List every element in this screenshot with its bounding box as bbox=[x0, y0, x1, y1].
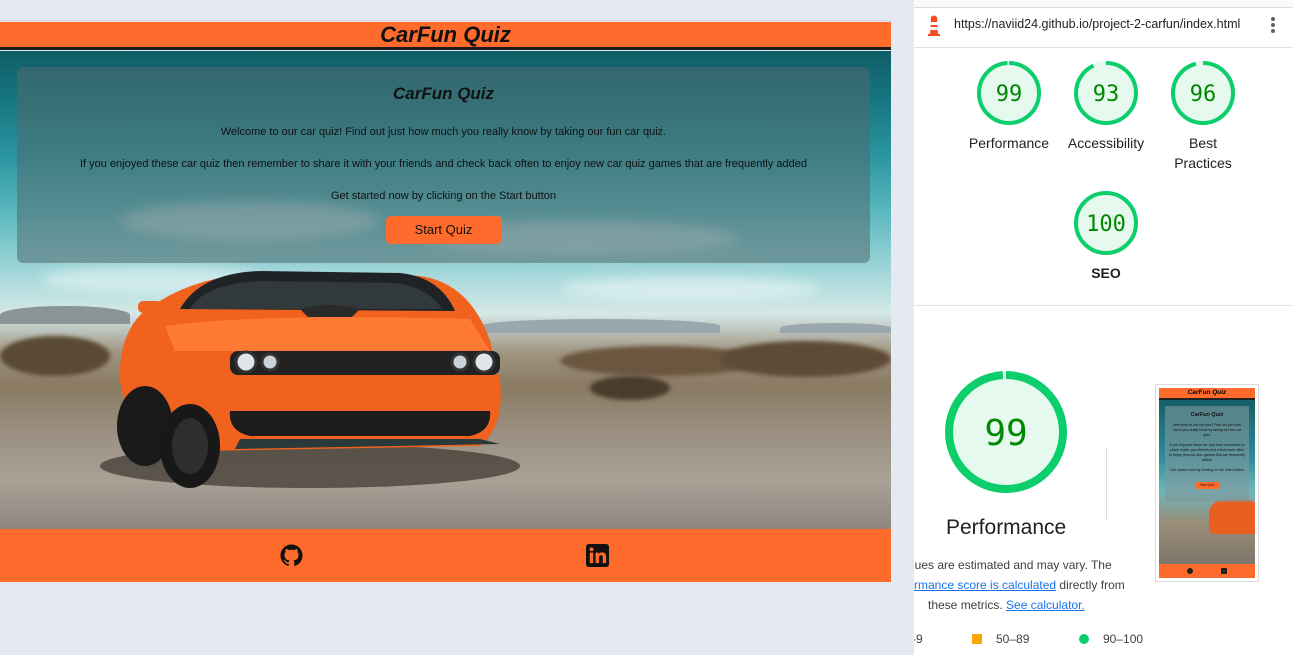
score-2-value: 96 bbox=[1190, 82, 1217, 107]
see-calculator-link[interactable]: See calculator. bbox=[1006, 598, 1085, 612]
lighthouse-icon bbox=[928, 15, 940, 36]
intro-share-text: If you enjoyed these car quiz then remem… bbox=[79, 158, 808, 170]
report-url-bar: https://naviid24.github.io/project-2-car… bbox=[914, 0, 1293, 48]
page-url[interactable]: https://naviid24.github.io/project-2-car… bbox=[954, 17, 1240, 31]
site-header: CarFun Quiz bbox=[0, 22, 891, 50]
score-3-value: 100 bbox=[1086, 212, 1126, 237]
gauge-accessibility[interactable]: 93 Accessibility bbox=[1056, 60, 1156, 153]
performance-score-ring: 99 bbox=[977, 61, 1041, 125]
legend-pass-label: 90–100 bbox=[1103, 632, 1144, 646]
thumb-header: CarFun Quiz bbox=[1159, 388, 1255, 400]
note-line-3-text: these metrics. bbox=[928, 598, 1007, 612]
intro-start-text: Get started now by clicking on the Start… bbox=[330, 190, 556, 202]
site-footer bbox=[0, 529, 891, 582]
thumb-linkedin-icon bbox=[1221, 568, 1227, 574]
score-legend: -9 50–89 90–100 bbox=[914, 630, 1293, 650]
note-line-1: lues are estimated and may vary. The bbox=[914, 558, 1112, 572]
page-screenshot-thumbnail[interactable]: CarFun Quiz CarFun Quiz Welcome to our c… bbox=[1155, 384, 1259, 582]
thumb-github-icon bbox=[1187, 568, 1193, 574]
gauge-label-accessibility: Accessibility bbox=[1067, 135, 1145, 151]
github-icon[interactable] bbox=[280, 544, 303, 567]
legend-pass-circle-icon bbox=[1079, 634, 1089, 644]
section-divider bbox=[914, 305, 1293, 306]
gap-strip bbox=[891, 0, 914, 655]
thumb-car bbox=[1209, 500, 1255, 534]
lighthouse-report: https://naviid24.github.io/project-2-car… bbox=[914, 0, 1293, 655]
score-0-value: 99 bbox=[996, 82, 1023, 107]
thumb-text-1: Welcome to our car quiz! Find out just h… bbox=[1172, 423, 1242, 437]
intro-welcome-text: Welcome to our car quiz! Find out just h… bbox=[220, 126, 667, 138]
thumb-title: CarFun Quiz bbox=[1190, 412, 1224, 418]
note-line-2: rmance score is calculated directly from bbox=[914, 575, 1154, 595]
intro-title: CarFun Quiz bbox=[392, 84, 495, 103]
score-1-value: 93 bbox=[1093, 82, 1120, 107]
start-quiz-button[interactable]: Start Quiz bbox=[385, 216, 502, 244]
metrics-note: lues are estimated and may vary. The rma… bbox=[914, 555, 1154, 615]
thumb-hero: CarFun Quiz Welcome to our car quiz! Fin… bbox=[1159, 400, 1255, 564]
thumb-panel: CarFun Quiz Welcome to our car quiz! Fin… bbox=[1165, 406, 1249, 502]
performance-section-title: Performance bbox=[946, 516, 1067, 539]
site-preview: CarFun Quiz CarFun Quiz Welcome to our c… bbox=[0, 0, 891, 655]
gauge-label-performance: Performance bbox=[968, 135, 1050, 151]
site-title: CarFun Quiz bbox=[380, 22, 511, 47]
gauge-performance[interactable]: 99 Performance bbox=[959, 60, 1059, 153]
legend-average-square-icon bbox=[972, 634, 982, 644]
gauge-label-seo: SEO bbox=[1091, 265, 1121, 281]
accessibility-score-ring: 93 bbox=[1074, 61, 1138, 125]
legend-fail-label: -9 bbox=[914, 632, 923, 646]
thumb-footer bbox=[1159, 564, 1255, 578]
score-calculation-link[interactable]: rmance score is calculated bbox=[914, 578, 1056, 592]
performance-big-score-ring: 99 bbox=[945, 371, 1067, 493]
more-options-icon[interactable] bbox=[1270, 15, 1276, 35]
gauge-seo[interactable]: 100 SEO bbox=[1056, 190, 1156, 283]
linkedin-icon[interactable] bbox=[586, 544, 609, 567]
thumb-text-2: If you enjoyed these car quiz then remem… bbox=[1169, 443, 1245, 462]
best-practices-score-ring: 96 bbox=[1171, 61, 1235, 125]
note-line-2-rest: directly from bbox=[1056, 578, 1125, 592]
legend-average-label: 50–89 bbox=[996, 632, 1030, 646]
seo-score-ring: 100 bbox=[1074, 191, 1138, 255]
thumb-start-button: Start Quiz bbox=[1195, 482, 1219, 489]
url-bar-top-edge bbox=[914, 0, 1293, 8]
gauge-best-practices[interactable]: 96 Best Practices bbox=[1153, 60, 1253, 173]
intro-panel: CarFun Quiz Welcome to our car quiz! Fin… bbox=[17, 67, 870, 263]
vertical-divider bbox=[1106, 448, 1107, 520]
note-line-3: these metrics. See calculator. bbox=[928, 595, 1154, 615]
gauge-label-best-practices: Best Practices bbox=[1174, 135, 1232, 171]
hero-background: CarFun Quiz Welcome to our car quiz! Fin… bbox=[0, 51, 891, 529]
big-score-value: 99 bbox=[984, 413, 1027, 454]
top-strip bbox=[0, 0, 891, 21]
thumb-text-3: Get started now by clicking on the Start… bbox=[1170, 468, 1244, 472]
